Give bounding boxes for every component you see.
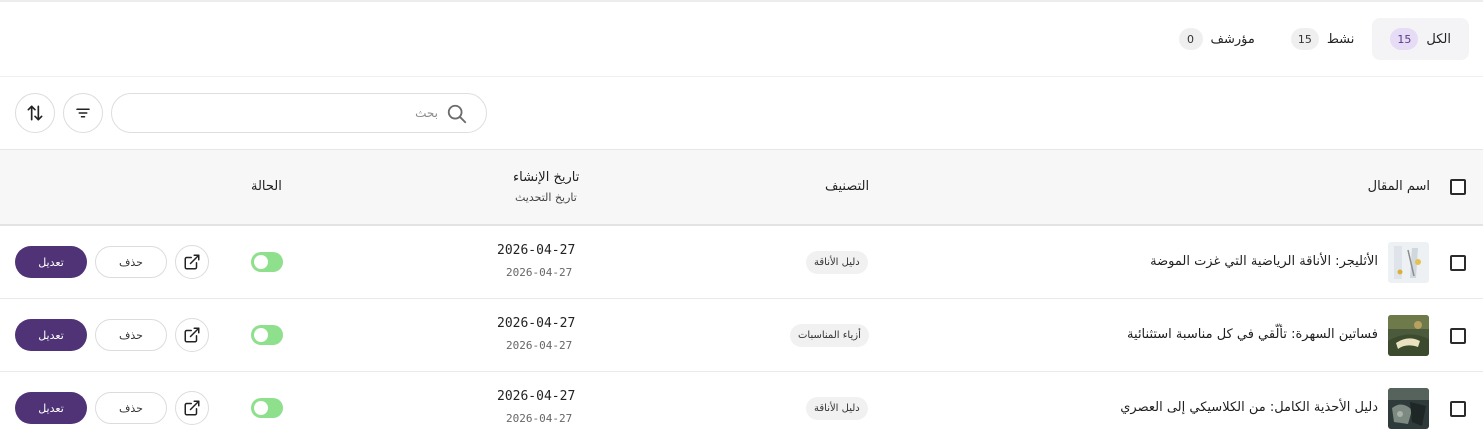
article-thumbnail: [1388, 315, 1429, 356]
status-toggle[interactable]: [251, 398, 283, 418]
top-border: [0, 0, 1483, 2]
tab-all[interactable]: الكل 15: [1372, 18, 1469, 60]
header-updated-date[interactable]: تاريخ التحديث: [515, 191, 577, 204]
article-thumbnail: [1388, 242, 1429, 283]
header-created-date[interactable]: تاريخ الإنشاء: [513, 170, 579, 185]
filter-button[interactable]: [63, 93, 103, 133]
toggle-knob: [254, 328, 268, 342]
open-link-button[interactable]: [175, 318, 209, 352]
row-checkbox[interactable]: [1450, 255, 1466, 271]
open-link-button[interactable]: [175, 245, 209, 279]
sort-button[interactable]: [15, 93, 55, 133]
search-icon: [447, 104, 467, 124]
created-date: 2026-04-27: [497, 316, 576, 331]
delete-button[interactable]: حذف: [95, 392, 167, 424]
status-toggle[interactable]: [251, 252, 283, 272]
search-input[interactable]: [128, 94, 438, 132]
tab-all-label: الكل: [1426, 31, 1451, 47]
edit-button[interactable]: تعديل: [15, 246, 87, 278]
article-title[interactable]: فساتين السهرة: تألّقي في كل مناسبة استثن…: [1127, 327, 1378, 342]
filter-icon: [76, 108, 90, 118]
updated-date: 2026-04-27: [506, 339, 573, 352]
external-link-icon: [184, 254, 200, 270]
header-category: التصنيف: [825, 179, 870, 194]
status-toggle[interactable]: [251, 325, 283, 345]
search-box: [111, 93, 487, 133]
category-chip: دليل الأناقة: [806, 251, 868, 274]
header-article-name: اسم المقال: [1367, 179, 1430, 194]
edit-button[interactable]: تعديل: [15, 392, 87, 424]
divider: [0, 76, 1483, 77]
category-chip: أزياء المناسبات: [790, 324, 869, 347]
row-checkbox[interactable]: [1450, 328, 1466, 344]
header-status: الحالة: [251, 179, 282, 194]
delete-button[interactable]: حذف: [95, 319, 167, 351]
updated-date: 2026-04-27: [506, 266, 573, 279]
table-row: دليل الأحذية الكامل: من الكلاسيكي إلى ال…: [0, 372, 1483, 437]
external-link-icon: [184, 400, 200, 416]
tab-archived-count: 0: [1178, 28, 1203, 50]
delete-button[interactable]: حذف: [95, 246, 167, 278]
sort-icon: [27, 105, 43, 121]
article-title[interactable]: الأثليجر: الأناقة الرياضية التي غزت المو…: [1150, 254, 1378, 269]
tab-all-count: 15: [1390, 28, 1419, 50]
select-all-checkbox[interactable]: [1450, 179, 1466, 195]
table-row: فساتين السهرة: تألّقي في كل مناسبة استثن…: [0, 299, 1483, 372]
updated-date: 2026-04-27: [506, 412, 573, 425]
table-row: الأثليجر: الأناقة الرياضية التي غزت المو…: [0, 226, 1483, 299]
external-link-icon: [184, 327, 200, 343]
toggle-knob: [254, 255, 268, 269]
toggle-knob: [254, 401, 268, 415]
open-link-button[interactable]: [175, 391, 209, 425]
edit-button[interactable]: تعديل: [15, 319, 87, 351]
created-date: 2026-04-27: [497, 243, 576, 258]
row-checkbox[interactable]: [1450, 401, 1466, 417]
table-header: اسم المقال التصنيف تاريخ الإنشاء تاريخ ا…: [0, 149, 1483, 226]
tab-active-count: 15: [1290, 28, 1319, 50]
tab-archived-label: مؤرشف: [1210, 31, 1255, 47]
category-chip: دليل الأناقة: [806, 397, 868, 420]
created-date: 2026-04-27: [497, 389, 576, 404]
status-tabs: الكل 15 نشط 15 مؤرشف 0: [1161, 18, 1469, 60]
article-title[interactable]: دليل الأحذية الكامل: من الكلاسيكي إلى ال…: [1120, 400, 1378, 415]
tab-active-label: نشط: [1326, 31, 1355, 47]
tab-archived[interactable]: مؤرشف 0: [1161, 18, 1273, 60]
article-thumbnail: [1388, 388, 1429, 429]
articles-table: اسم المقال التصنيف تاريخ الإنشاء تاريخ ا…: [0, 149, 1483, 437]
tab-active[interactable]: نشط 15: [1273, 18, 1373, 60]
